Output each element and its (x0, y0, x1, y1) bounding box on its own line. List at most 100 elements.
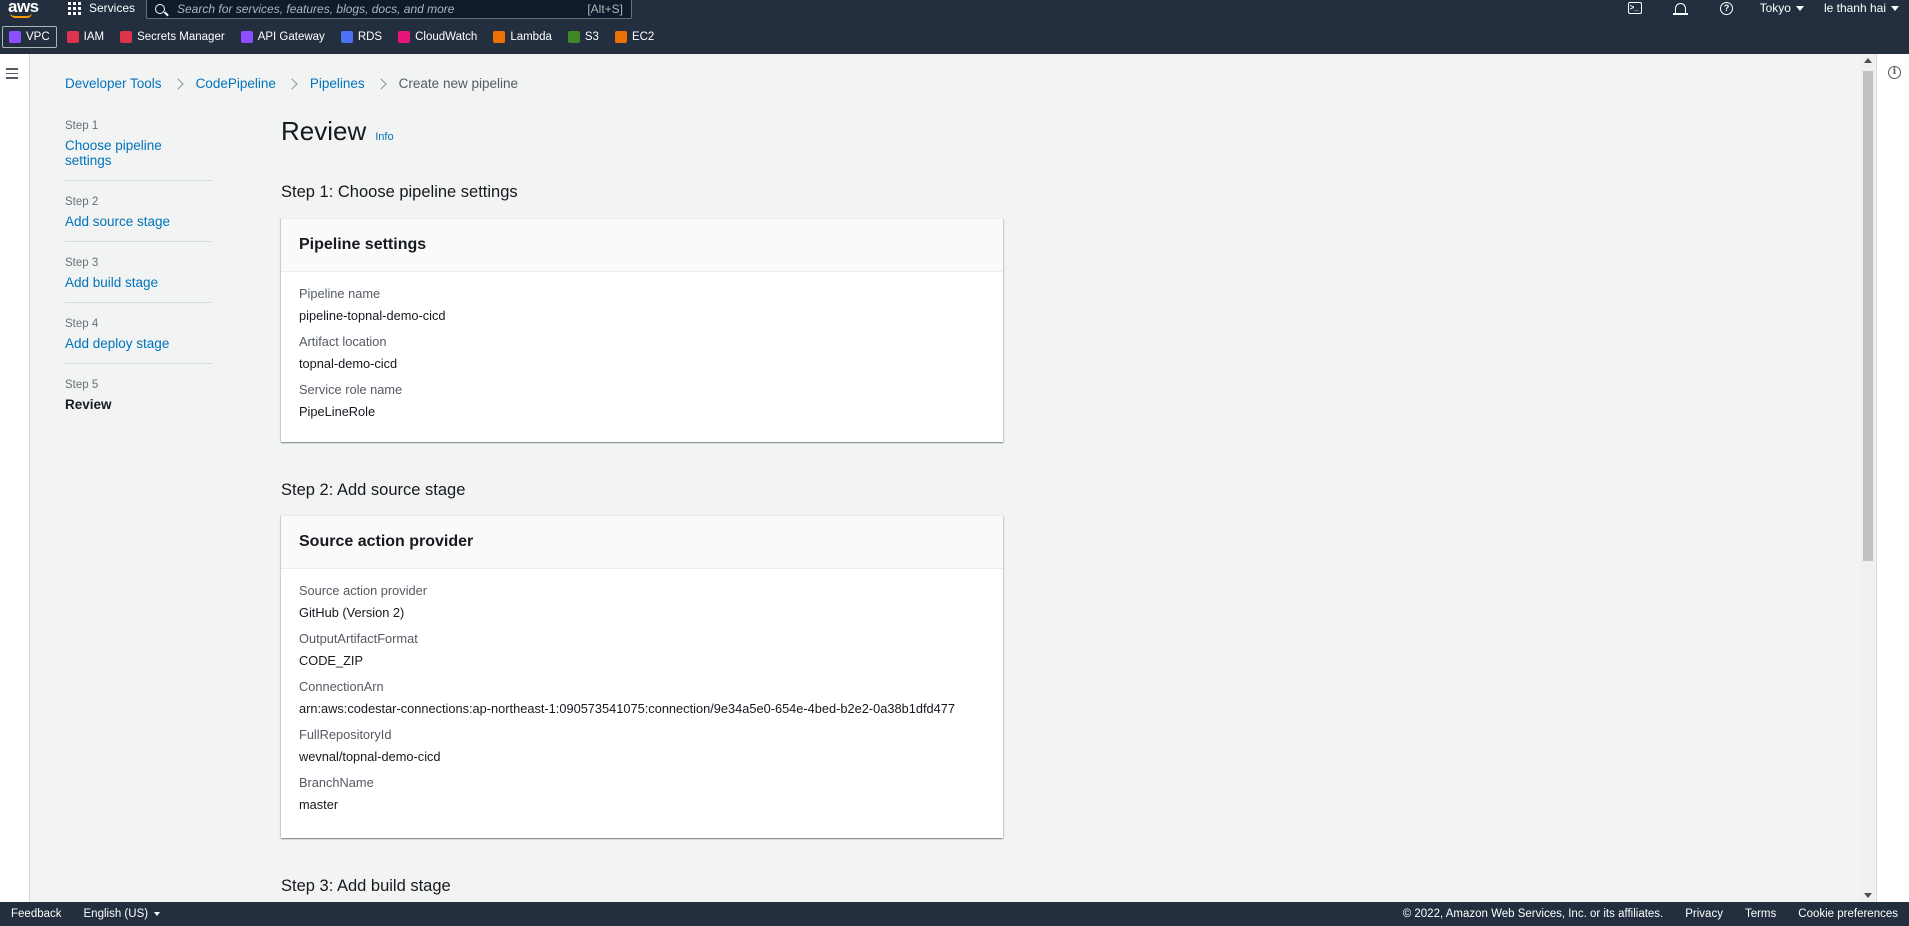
scroll-up-arrow-icon[interactable] (1864, 58, 1872, 63)
help-panel-rail: i (1876, 54, 1909, 902)
info-link[interactable]: Info (375, 131, 393, 143)
caret-down-icon (154, 912, 161, 916)
privacy-link[interactable]: Privacy (1685, 908, 1723, 920)
terms-link[interactable]: Terms (1745, 908, 1776, 920)
card-body: Source action provider GitHub (Version 2… (281, 569, 1003, 831)
chevron-right-icon (375, 77, 387, 90)
wizard-step-link[interactable]: Choose pipeline settings (65, 138, 212, 168)
favorite-s3[interactable]: S3 (562, 26, 605, 48)
global-search[interactable]: [Alt+S] (146, 0, 632, 19)
breadcrumb-developer-tools[interactable]: Developer Tools (65, 76, 162, 91)
card-title: Source action provider (299, 533, 474, 550)
field-branch-name: BranchName master (299, 775, 985, 812)
breadcrumb: Developer Tools CodePipeline Pipelines C… (65, 76, 518, 91)
field-value: arn:aws:codestar-connections:ap-northeas… (299, 701, 955, 716)
favorite-rds[interactable]: RDS (335, 26, 388, 48)
caret-down-icon (1891, 5, 1899, 11)
field-label: Source action provider (299, 583, 428, 598)
wizard-step-2: Step 2 Add source stage (65, 196, 212, 242)
wizard-step-link[interactable]: Add deploy stage (65, 336, 212, 351)
favorite-label: Secrets Manager (137, 31, 225, 43)
footer-right: © 2022, Amazon Web Services, Inc. or its… (1403, 908, 1909, 920)
field-service-role-name: Service role name PipeLineRole (299, 382, 985, 419)
region-selector[interactable]: Tokyo (1760, 1, 1804, 15)
field-source-action-provider: Source action provider GitHub (Version 2… (299, 583, 985, 620)
feedback-link[interactable]: Feedback (11, 908, 62, 920)
breadcrumb-current: Create new pipeline (398, 76, 518, 91)
favorite-lambda[interactable]: Lambda (487, 26, 558, 48)
top-navigation: aws Services [Alt+S] >_ ? Tokyo le thanh… (0, 0, 1909, 20)
account-label: le thanh hai (1823, 1, 1886, 15)
cloudwatch-icon (398, 31, 411, 43)
scroll-down-arrow-icon[interactable] (1864, 893, 1872, 898)
breadcrumb-codepipeline[interactable]: CodePipeline (196, 76, 276, 91)
favorite-label: RDS (357, 31, 383, 43)
wizard-step-3: Step 3 Add build stage (65, 257, 212, 303)
nav-right-group: >_ ? Tokyo le thanh hai (1612, 0, 1909, 16)
caret-down-icon (1795, 5, 1804, 11)
footer-left: Feedback English (US) (0, 908, 161, 920)
search-shortcut-hint: [Alt+S] (587, 2, 623, 16)
rds-icon (340, 31, 353, 43)
field-label: BranchName (299, 775, 374, 790)
breadcrumb-pipelines[interactable]: Pipelines (310, 76, 365, 91)
s3-icon (567, 31, 580, 43)
field-artifact-location: Artifact location topnal-demo-cicd (299, 334, 985, 371)
field-output-artifact-format: OutputArtifactFormat CODE_ZIP (299, 631, 985, 668)
bell-icon (1673, 2, 1689, 15)
help-button[interactable]: ? (1719, 1, 1735, 15)
account-menu[interactable]: le thanh hai (1824, 1, 1899, 15)
favorite-iam[interactable]: IAM (61, 26, 110, 48)
step2-heading: Step 2: Add source stage (281, 481, 466, 499)
wizard-step-number: Step 2 (65, 196, 99, 208)
favorite-secrets-manager[interactable]: Secrets Manager (114, 26, 231, 48)
services-label: Services (89, 1, 136, 15)
page-scrollbar[interactable] (1861, 54, 1875, 902)
iam-icon (66, 31, 79, 43)
main-content: Developer Tools CodePipeline Pipelines C… (31, 54, 1860, 902)
card-body: Pipeline name pipeline-topnal-demo-cicd … (281, 272, 1003, 438)
card-title: Pipeline settings (299, 236, 427, 253)
field-value: topnal-demo-cicd (299, 356, 398, 371)
menu-icon[interactable] (6, 68, 18, 82)
search-input[interactable] (177, 2, 588, 16)
language-label: English (US) (83, 908, 149, 920)
field-value: master (299, 797, 339, 812)
wizard-step-number: Step 1 (65, 120, 99, 132)
favorite-cloudwatch[interactable]: CloudWatch (392, 26, 483, 48)
field-value: CODE_ZIP (299, 653, 363, 668)
favorite-api-gateway[interactable]: API Gateway (235, 26, 331, 48)
cloudshell-icon: >_ (1627, 2, 1642, 14)
language-selector[interactable]: English (US) (84, 908, 161, 920)
card-header: Pipeline settings (281, 219, 1003, 272)
wizard-step-5: Step 5 Review (65, 379, 212, 424)
favorite-ec2[interactable]: EC2 (609, 26, 660, 48)
card-header: Source action provider (281, 516, 1003, 569)
cloudshell-button[interactable]: >_ (1627, 1, 1643, 15)
services-menu-button[interactable]: Services (68, 0, 135, 16)
favorite-vpc[interactable]: VPC (2, 26, 57, 48)
secrets-manager-icon (120, 31, 133, 43)
favorites-bar: VPC IAM Secrets Manager API Gateway RDS Cloud… (0, 20, 1909, 54)
aws-logo[interactable]: aws (8, 0, 39, 18)
field-connection-arn: ConnectionArn arn:aws:codestar-connectio… (299, 679, 985, 716)
notifications-button[interactable] (1673, 1, 1689, 15)
wizard-step-current: Review (65, 397, 112, 412)
info-icon[interactable]: i (1888, 66, 1901, 79)
cookie-preferences-link[interactable]: Cookie preferences (1798, 908, 1898, 920)
scrollbar-thumb[interactable] (1863, 71, 1873, 561)
vpc-icon (9, 31, 21, 43)
wizard-step-4: Step 4 Add deploy stage (65, 318, 212, 364)
wizard-step-link[interactable]: Add source stage (65, 214, 212, 229)
field-label: Pipeline name (299, 286, 381, 301)
chevron-right-icon (286, 77, 298, 90)
wizard-step-link[interactable]: Add build stage (65, 275, 212, 290)
field-value: pipeline-topnal-demo-cicd (299, 308, 446, 323)
field-label: Artifact location (299, 334, 387, 349)
page-title: Review (281, 116, 367, 146)
region-label: Tokyo (1759, 1, 1791, 15)
field-label: OutputArtifactFormat (299, 631, 418, 646)
wizard-step-number: Step 5 (65, 379, 99, 391)
source-action-provider-card: Source action provider Source action pro… (281, 515, 1003, 838)
api-gateway-icon (240, 31, 253, 43)
